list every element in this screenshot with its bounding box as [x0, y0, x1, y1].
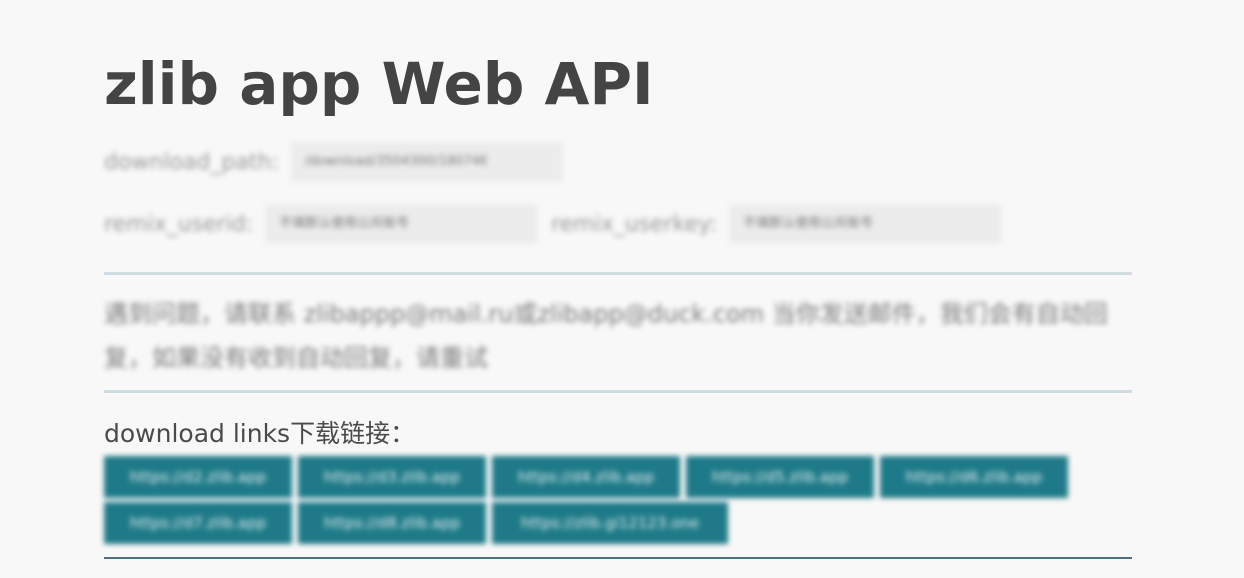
download-path-label: download_path: [104, 149, 279, 175]
download-link-d5[interactable]: https://d5.zlib.app [686, 456, 874, 498]
divider-top [104, 272, 1132, 275]
download-path-field[interactable] [290, 142, 563, 182]
download-path-row: download_path: [104, 142, 563, 182]
download-link-d7[interactable]: https://d7.zlib.app [104, 502, 292, 544]
download-link-d3[interactable]: https://d3.zlib.app [298, 456, 486, 498]
download-link-zlib-gi[interactable]: https://zlib.gi12123.one [492, 502, 728, 544]
remix-userid-label: remix_userid: [104, 211, 254, 237]
page-title: zlib app Web API [104, 50, 654, 118]
download-links-title: download links下载链接： [104, 419, 416, 448]
download-link-d4[interactable]: https://d4.zlib.app [492, 456, 680, 498]
remix-userid-field[interactable] [265, 204, 538, 244]
divider-middle [104, 390, 1132, 393]
remix-userkey-label: remix_userkey: [551, 211, 718, 237]
remix-userkey-field[interactable] [729, 204, 1002, 244]
download-link-d2[interactable]: https://d2.zlib.app [104, 456, 292, 498]
download-link-d8[interactable]: https://d8.zlib.app [298, 502, 486, 544]
contact-notice: 遇到问题，请联系 zlibappp@mail.ru或zlibapp@duck.c… [104, 300, 1108, 372]
divider-bottom [104, 557, 1132, 559]
download-link-d6[interactable]: https://d6.zlib.app [880, 456, 1068, 498]
credentials-row: remix_userid: remix_userkey: [104, 204, 1002, 244]
